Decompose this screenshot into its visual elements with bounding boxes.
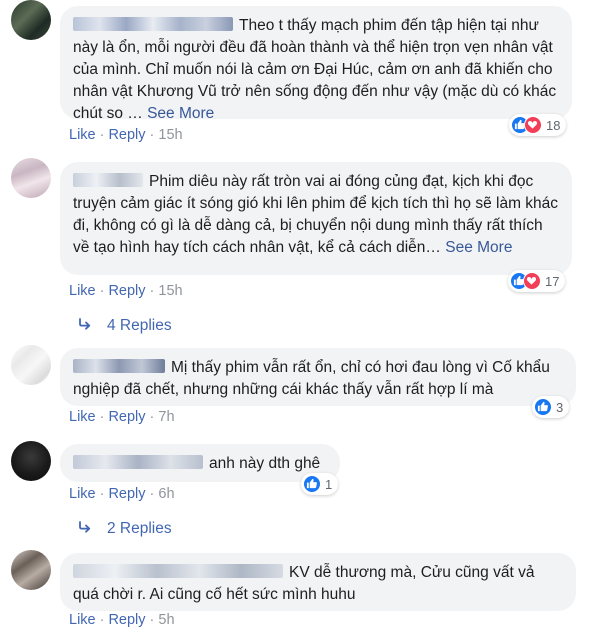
like-link[interactable]: Like — [69, 127, 96, 143]
like-link[interactable]: Like — [69, 612, 96, 628]
avatar[interactable] — [11, 345, 51, 385]
like-icon — [303, 475, 321, 493]
view-replies-link[interactable]: 2 Replies — [77, 520, 172, 538]
comment-actions: Like · Reply · 15h — [69, 283, 183, 299]
reply-link[interactable]: Reply — [108, 127, 145, 143]
reply-link[interactable]: Reply — [108, 612, 145, 628]
reply-link[interactable]: Reply — [108, 283, 145, 299]
timestamp[interactable]: 15h — [158, 127, 182, 143]
replies-count[interactable]: 2 Replies — [107, 520, 172, 538]
love-icon — [523, 272, 541, 290]
comment-actions: Like · Reply · 5h — [69, 612, 175, 628]
timestamp[interactable]: 6h — [158, 486, 174, 502]
avatar[interactable] — [11, 158, 51, 198]
author-name[interactable] — [73, 359, 165, 373]
reaction-count: 1 — [325, 476, 333, 492]
like-link[interactable]: Like — [69, 409, 96, 425]
author-name[interactable] — [73, 455, 203, 469]
comment-text: Theo t thấy mạch phim đến tập hiện tại n… — [73, 17, 557, 122]
comment-actions: Like · Reply · 15h — [69, 127, 183, 143]
view-replies-link[interactable]: 4 Replies — [77, 317, 172, 335]
reaction-summary[interactable]: 3 — [532, 396, 570, 418]
reaction-summary[interactable]: 18 — [509, 114, 567, 136]
comment-bubble: Mị thấy phim vẫn rất ổn, chỉ có hơi đau … — [60, 348, 576, 406]
replies-count[interactable]: 4 Replies — [107, 317, 172, 335]
timestamp[interactable]: 15h — [158, 283, 182, 299]
reaction-count: 18 — [546, 117, 561, 133]
like-icon — [534, 398, 552, 416]
comment-bubble: KV dễ thương mà, Cửu cũng vất vả quá chờ… — [60, 553, 576, 611]
reaction-summary[interactable]: 1 — [301, 473, 339, 495]
comment-text: anh này dth ghê — [209, 455, 321, 472]
reaction-summary[interactable]: 17 — [508, 270, 566, 292]
like-link[interactable]: Like — [69, 283, 96, 299]
avatar[interactable] — [11, 441, 51, 481]
author-name[interactable] — [73, 173, 143, 187]
reply-arrow-icon — [77, 520, 93, 538]
reaction-count: 17 — [545, 273, 560, 289]
see-more-link[interactable]: See More — [445, 239, 512, 256]
comment-actions: Like · Reply · 6h — [69, 486, 175, 502]
reply-link[interactable]: Reply — [108, 486, 145, 502]
love-icon — [524, 116, 542, 134]
timestamp[interactable]: 5h — [158, 612, 174, 628]
author-name[interactable] — [73, 17, 233, 31]
timestamp[interactable]: 7h — [158, 409, 174, 425]
avatar[interactable] — [11, 0, 51, 40]
comment-bubble: Theo t thấy mạch phim đến tập hiện tại n… — [60, 6, 572, 122]
comment-actions: Like · Reply · 7h — [69, 409, 175, 425]
reply-arrow-icon — [77, 317, 93, 335]
reaction-count: 3 — [556, 399, 564, 415]
comment-bubble: Phim diêu này rất tròn vai ai đóng củng … — [60, 162, 572, 275]
avatar[interactable] — [11, 550, 51, 590]
reply-link[interactable]: Reply — [108, 409, 145, 425]
comment-bubble: anh này dth ghê — [60, 444, 340, 482]
like-link[interactable]: Like — [69, 486, 96, 502]
see-more-link[interactable]: See More — [147, 105, 214, 122]
author-name[interactable] — [73, 564, 283, 578]
